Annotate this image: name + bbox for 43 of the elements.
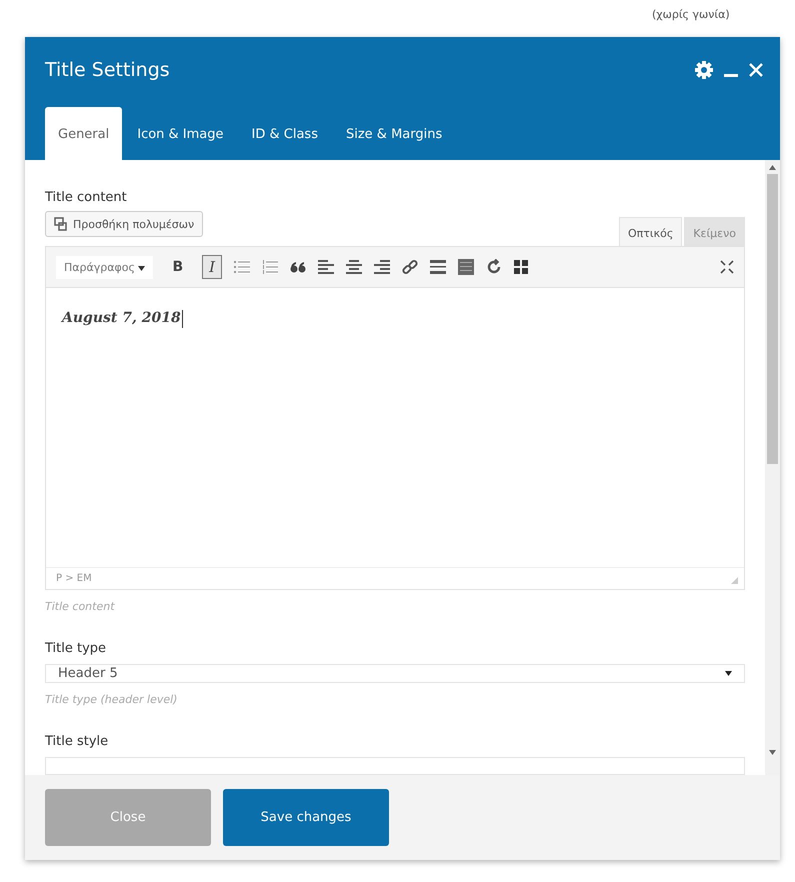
link-icon[interactable] — [402, 259, 418, 275]
grid-icon[interactable] — [514, 260, 528, 274]
align-right-icon[interactable] — [374, 260, 390, 274]
quote-icon[interactable] — [290, 261, 306, 273]
bullet-list-icon[interactable] — [234, 260, 250, 274]
element-path: P > EM — [56, 573, 92, 584]
window-title: Title Settings — [45, 59, 170, 81]
field-label: Title content — [45, 190, 127, 205]
scrollbar[interactable] — [765, 160, 780, 775]
select-value: Header 5 — [58, 666, 118, 681]
fullscreen-icon[interactable] — [720, 260, 734, 274]
toolbar-toggle-icon[interactable] — [458, 259, 474, 275]
format-dropdown[interactable]: Παράγραφος — [56, 256, 154, 278]
resize-handle-icon[interactable] — [731, 577, 738, 584]
scroll-down-icon[interactable] — [769, 750, 776, 755]
read-more-icon[interactable] — [430, 260, 446, 274]
editor-text[interactable]: August 7, 2018 — [62, 310, 181, 326]
scroll-up-icon[interactable] — [769, 165, 776, 170]
media-icon — [54, 217, 68, 231]
save-button[interactable]: Save changes — [223, 789, 389, 846]
numbered-list-icon[interactable] — [262, 260, 278, 274]
caret-icon — [725, 670, 732, 676]
refresh-icon[interactable] — [486, 259, 502, 275]
tab[interactable]: Size & Margins — [332, 107, 456, 160]
tab[interactable]: Icon & Image — [124, 107, 237, 160]
minimize-icon[interactable] — [724, 74, 738, 78]
editor-tab[interactable]: Οπτικός — [619, 217, 682, 246]
background-label: (χωρίς γωνία) — [652, 8, 730, 21]
align-left-icon[interactable] — [318, 260, 334, 274]
tab[interactable]: General — [45, 107, 122, 160]
caret-icon — [138, 266, 146, 270]
close-icon[interactable] — [748, 62, 764, 78]
field-description: Title type (header level) — [45, 692, 178, 706]
settings-icon[interactable] — [694, 60, 714, 80]
field-description: Title content — [45, 600, 115, 613]
tab[interactable]: ID & Class — [238, 107, 331, 160]
field-label: Title type — [45, 641, 106, 656]
add-media-button[interactable]: Προσθήκη πολυμέσων — [45, 211, 204, 237]
title-type-select[interactable]: Header 5 — [45, 664, 745, 682]
align-center-icon[interactable] — [346, 260, 362, 274]
format-button[interactable]: B — [165, 256, 190, 278]
field-label: Title style — [45, 734, 108, 748]
format-button[interactable]: I — [202, 255, 222, 279]
